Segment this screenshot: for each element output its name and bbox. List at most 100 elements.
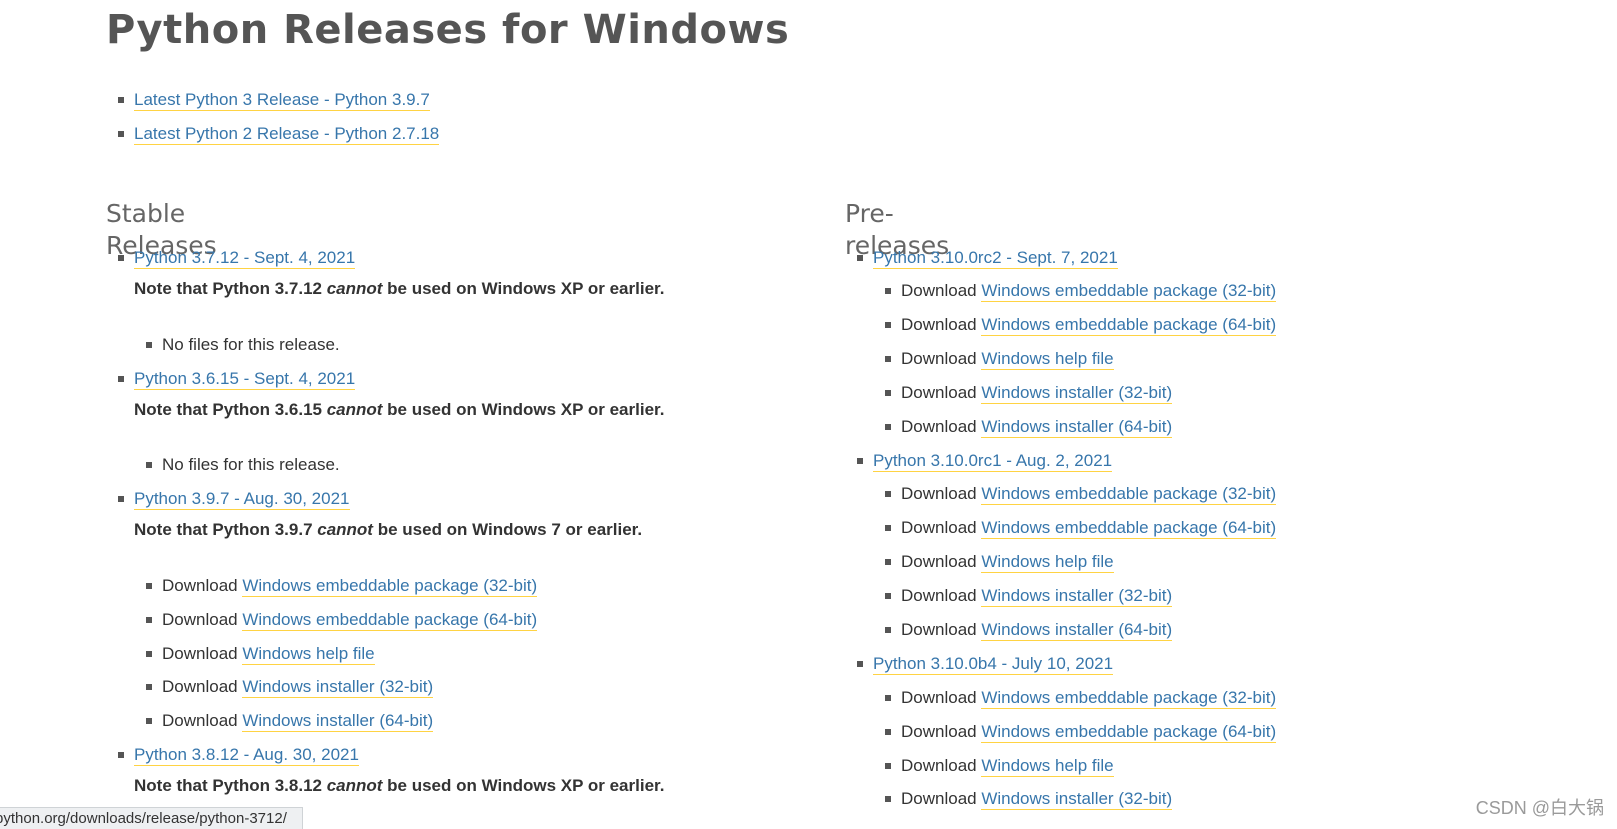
bullet-icon [118, 376, 124, 382]
download-link[interactable]: Windows installer (32-bit) [981, 789, 1173, 810]
latest-python2-link[interactable]: Latest Python 2 Release - Python 2.7.18 [134, 124, 440, 145]
bullet-icon [885, 288, 891, 294]
bullet-icon [857, 255, 863, 261]
bullet-icon [146, 684, 152, 690]
release-item: Python 3.7.12 - Sept. 4, 2021 [118, 247, 356, 269]
download-link[interactable]: Windows embeddable package (32-bit) [242, 576, 538, 597]
download-item: Download Windows embeddable package (32-… [885, 280, 1277, 302]
download-link[interactable]: Windows embeddable package (64-bit) [981, 518, 1277, 539]
download-prefix: Download [901, 417, 982, 436]
list-item: Latest Python 3 Release - Python 3.9.7 [118, 89, 430, 111]
bullet-icon [146, 342, 152, 348]
release-item: Python 3.8.12 - Aug. 30, 2021 [118, 744, 359, 766]
status-bar-text: python.org/downloads/release/python-3712… [0, 810, 287, 827]
page-title: Python Releases for Windows [106, 7, 790, 53]
download-link[interactable]: Windows help file [981, 756, 1114, 777]
download-item: Download Windows embeddable package (64-… [885, 517, 1277, 539]
download-prefix: Download [901, 620, 982, 639]
download-item: Download Windows installer (64-bit) [885, 416, 1173, 438]
download-link[interactable]: Windows installer (32-bit) [242, 677, 434, 698]
release-note: Note that Python 3.9.7 cannot be used on… [134, 519, 642, 541]
note-text: Note that Python 3.8.12 [134, 776, 327, 795]
download-item: Download Windows help file [885, 755, 1114, 777]
download-prefix: Download [162, 711, 243, 730]
release-link-3-10-0rc2[interactable]: Python 3.10.0rc2 - Sept. 7, 2021 [873, 248, 1118, 269]
download-prefix: Download [901, 789, 982, 808]
download-prefix: Download [901, 586, 982, 605]
bullet-icon [146, 617, 152, 623]
download-item: Download Windows installer (64-bit) [146, 710, 434, 732]
download-prefix: Download [901, 281, 982, 300]
bullet-icon [885, 356, 891, 362]
bullet-icon [146, 462, 152, 468]
download-link[interactable]: Windows installer (32-bit) [981, 586, 1173, 607]
bullet-icon [146, 583, 152, 589]
release-item: Python 3.6.15 - Sept. 4, 2021 [118, 368, 356, 390]
download-link[interactable]: Windows embeddable package (64-bit) [981, 722, 1277, 743]
download-item: Download Windows installer (32-bit) [146, 676, 434, 698]
list-item: Latest Python 2 Release - Python 2.7.18 [118, 123, 440, 145]
bullet-icon [885, 593, 891, 599]
download-link[interactable]: Windows help file [981, 552, 1114, 573]
download-prefix: Download [901, 552, 982, 571]
download-link[interactable]: Windows installer (64-bit) [242, 711, 434, 732]
download-link[interactable]: Windows installer (32-bit) [981, 383, 1173, 404]
release-link-3-7-12[interactable]: Python 3.7.12 - Sept. 4, 2021 [134, 248, 356, 269]
release-link-3-8-12[interactable]: Python 3.8.12 - Aug. 30, 2021 [134, 745, 359, 766]
status-bar-url: python.org/downloads/release/python-3712… [0, 807, 303, 829]
no-files-item: No files for this release. [146, 334, 340, 356]
bullet-icon [885, 525, 891, 531]
bullet-icon [885, 559, 891, 565]
download-item: Download Windows installer (32-bit) [885, 788, 1173, 810]
download-link[interactable]: Windows embeddable package (64-bit) [242, 610, 538, 631]
download-item: Download Windows embeddable package (64-… [885, 314, 1277, 336]
release-link-3-10-0b4[interactable]: Python 3.10.0b4 - July 10, 2021 [873, 654, 1114, 675]
bullet-icon [885, 695, 891, 701]
download-link[interactable]: Windows help file [981, 349, 1114, 370]
release-note: Note that Python 3.7.12 cannot be used o… [134, 278, 664, 300]
note-text: be used on Windows XP or earlier. [382, 776, 665, 795]
no-files-item: No files for this release. [146, 454, 340, 476]
bullet-icon [885, 729, 891, 735]
note-text: Note that Python 3.6.15 [134, 400, 327, 419]
bullet-icon [118, 496, 124, 502]
bullet-icon [146, 718, 152, 724]
no-files-text: No files for this release. [162, 335, 340, 354]
bullet-icon [885, 491, 891, 497]
note-emphasis: cannot [326, 400, 383, 419]
note-text: Note that Python 3.9.7 [134, 520, 318, 539]
download-item: Download Windows embeddable package (32-… [146, 575, 538, 597]
release-link-3-9-7[interactable]: Python 3.9.7 - Aug. 30, 2021 [134, 489, 350, 510]
download-link[interactable]: Windows embeddable package (32-bit) [981, 484, 1277, 505]
note-text: Note that Python 3.7.12 [134, 279, 327, 298]
download-item: Download Windows help file [885, 348, 1114, 370]
download-item: Download Windows help file [146, 643, 375, 665]
download-prefix: Download [901, 688, 982, 707]
download-link[interactable]: Windows installer (64-bit) [981, 417, 1173, 438]
bullet-icon [857, 661, 863, 667]
note-emphasis: cannot [326, 776, 383, 795]
bullet-icon [118, 97, 124, 103]
download-item: Download Windows installer (64-bit) [885, 619, 1173, 641]
download-link[interactable]: Windows embeddable package (32-bit) [981, 688, 1277, 709]
download-link[interactable]: Windows help file [242, 644, 375, 665]
release-link-3-10-0rc1[interactable]: Python 3.10.0rc1 - Aug. 2, 2021 [873, 451, 1113, 472]
bullet-icon [885, 763, 891, 769]
bullet-icon [857, 458, 863, 464]
latest-python3-link[interactable]: Latest Python 3 Release - Python 3.9.7 [134, 90, 430, 111]
download-link[interactable]: Windows embeddable package (64-bit) [981, 315, 1277, 336]
download-item: Download Windows embeddable package (64-… [146, 609, 538, 631]
download-prefix: Download [901, 383, 982, 402]
release-note: Note that Python 3.8.12 cannot be used o… [134, 775, 664, 797]
download-prefix: Download [162, 610, 243, 629]
download-link[interactable]: Windows installer (64-bit) [981, 620, 1173, 641]
bullet-icon [885, 627, 891, 633]
release-link-3-6-15[interactable]: Python 3.6.15 - Sept. 4, 2021 [134, 369, 356, 390]
note-emphasis: cannot [326, 279, 383, 298]
download-prefix: Download [901, 315, 982, 334]
bullet-icon [118, 131, 124, 137]
download-prefix: Download [901, 349, 982, 368]
download-link[interactable]: Windows embeddable package (32-bit) [981, 281, 1277, 302]
no-files-text: No files for this release. [162, 455, 340, 474]
download-prefix: Download [162, 677, 243, 696]
